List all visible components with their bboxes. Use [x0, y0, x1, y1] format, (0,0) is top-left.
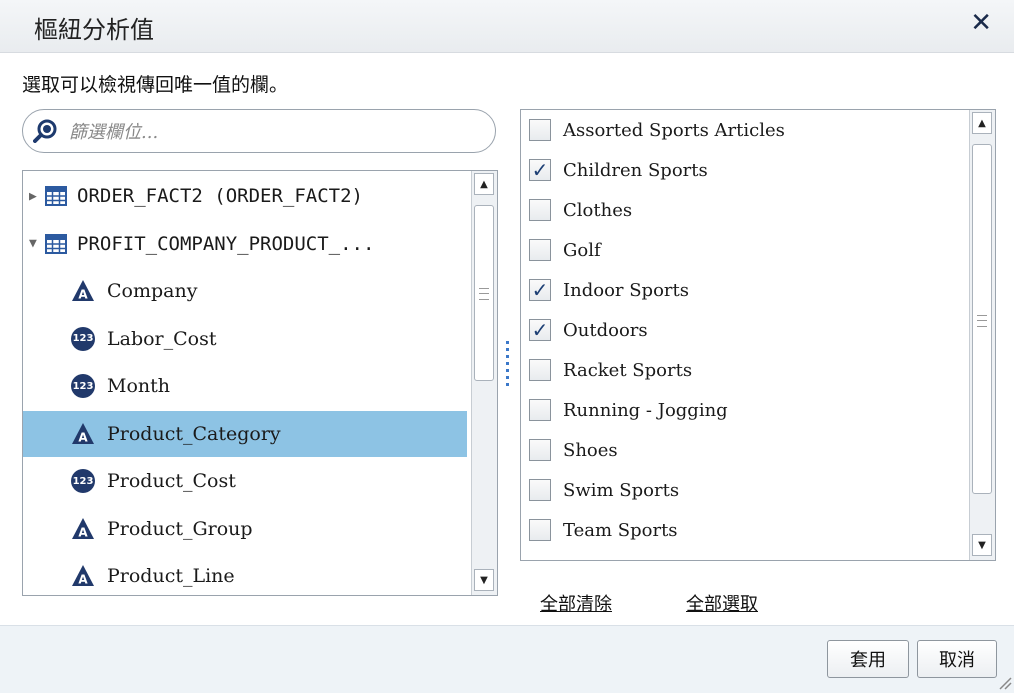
numeric-icon: 123 [71, 469, 95, 493]
value-label: Swim Sports [563, 479, 680, 501]
numeric-icon: 123 [71, 326, 95, 351]
svg-text:A: A [78, 525, 88, 539]
tree-scrollbar[interactable]: ▲ ▼ [471, 171, 497, 595]
tree-field-item[interactable]: A Product_Group [23, 506, 467, 552]
checkmark-icon: ✓ [531, 318, 549, 342]
scroll-up-button[interactable]: ▲ [474, 173, 494, 195]
value-checkbox[interactable] [529, 439, 551, 461]
value-label: Team Sports [563, 519, 678, 541]
checkmark-icon: ✓ [531, 158, 549, 182]
value-label: Racket Sports [563, 359, 693, 381]
value-checkbox[interactable]: ✓ [529, 318, 551, 342]
value-list-item[interactable]: Swim Sports [521, 470, 965, 510]
value-checkbox[interactable] [529, 239, 551, 261]
numeric-icon: 123 [71, 374, 95, 398]
category-icon: A [72, 517, 94, 539]
value-list-item[interactable]: ✓ Outdoors [521, 310, 965, 350]
table-icon [45, 186, 67, 206]
tree-item-label: Product_Category [107, 422, 281, 445]
scrollbar-thumb[interactable] [474, 205, 494, 381]
field-tree-panel: ▶ ORDER_FACT2 (ORDER_FACT2) ▼ PROFIT_COMPAN… [22, 170, 498, 596]
value-list-item[interactable]: Assorted Sports Articles [521, 110, 965, 150]
value-list-item[interactable]: Shoes [521, 430, 965, 470]
tree-item-label: Product_Group [107, 517, 253, 540]
scrollbar-thumb[interactable] [972, 144, 992, 494]
grip-icon [479, 288, 489, 300]
category-icon: A [72, 565, 94, 587]
value-checkbox[interactable] [529, 199, 551, 221]
cancel-button[interactable]: 取消 [917, 640, 997, 678]
value-label: Shoes [563, 439, 618, 461]
value-label: Clothes [563, 199, 633, 221]
value-checkbox[interactable] [529, 359, 551, 381]
resize-grip-icon[interactable] [996, 674, 1012, 690]
grip-icon [977, 315, 987, 327]
values-scrollbar[interactable]: ▲ ▼ [969, 110, 995, 560]
value-checkbox[interactable] [529, 119, 551, 141]
value-list-item[interactable]: ✓ Indoor Sports [521, 270, 965, 310]
value-label: Assorted Sports Articles [563, 119, 785, 141]
close-icon[interactable]: ✕ [970, 8, 992, 38]
value-label: Golf [563, 239, 601, 261]
value-list-item[interactable]: ✓ Children Sports [521, 150, 965, 190]
tree-field-item[interactable]: 123 Month [23, 363, 467, 409]
search-icon [33, 119, 57, 143]
value-label: Indoor Sports [563, 279, 689, 301]
value-list-item[interactable]: Running - Jogging [521, 390, 965, 430]
tree-item-label: Month [107, 375, 171, 397]
pivot-values-dialog: 樞紐分析值 ✕ 選取可以檢視傳回唯一值的欄。 ▶ ORDER_FACT2 (ORD… [0, 0, 1014, 693]
value-checkbox[interactable] [529, 479, 551, 501]
tree-field-item[interactable]: A Product_Line [23, 553, 467, 595]
svg-text:A: A [78, 288, 88, 302]
checkmark-icon: ✓ [531, 278, 549, 302]
values-list-panel: Assorted Sports Articles ✓ Children Sports… [520, 109, 996, 561]
value-list-item[interactable]: Golf [521, 230, 965, 270]
tree-item-label: PROFIT_COMPANY_PRODUCT_... [77, 232, 375, 255]
dialog-title: 樞紐分析值 [34, 16, 154, 44]
value-checkbox[interactable]: ✓ [529, 278, 551, 302]
value-checkbox[interactable]: ✓ [529, 158, 551, 182]
category-icon: A [72, 280, 94, 302]
tree-field-item[interactable]: 123 Labor_Cost [23, 316, 467, 362]
value-checkbox[interactable] [529, 519, 551, 541]
value-label: Children Sports [563, 159, 708, 181]
filter-search-box[interactable] [22, 109, 496, 153]
svg-text:A: A [78, 573, 88, 587]
select-all-link[interactable]: 全部選取 [686, 590, 758, 616]
value-label: Outdoors [563, 319, 648, 341]
category-icon: A [72, 422, 94, 444]
panel-splitter[interactable] [506, 341, 510, 393]
value-label: Running - Jogging [563, 399, 728, 421]
table-icon [45, 233, 67, 254]
apply-button[interactable]: 套用 [827, 640, 909, 678]
scroll-down-button[interactable]: ▼ [474, 569, 494, 591]
tree-field-item[interactable]: 123 Product_Cost [23, 458, 467, 504]
instruction-text: 選取可以檢視傳回唯一值的欄。 [22, 74, 289, 96]
scroll-down-button[interactable]: ▼ [972, 534, 992, 556]
tree-item-label: Product_Cost [107, 470, 236, 492]
svg-text:A: A [78, 430, 88, 444]
tree-table-node[interactable]: ▶ ORDER_FACT2 (ORDER_FACT2) [23, 173, 467, 219]
title-bar: 樞紐分析值 ✕ [0, 0, 1014, 53]
tree-field-item[interactable]: A Product_Category [23, 410, 467, 457]
tree-item-label: Company [107, 280, 198, 302]
clear-all-link[interactable]: 全部清除 [540, 590, 612, 616]
tree-item-label: ORDER_FACT2 (ORDER_FACT2) [77, 185, 363, 207]
value-checkbox[interactable] [529, 399, 551, 421]
collapsed-arrow-icon[interactable]: ▶ [29, 189, 41, 204]
value-list-item[interactable]: Clothes [521, 190, 965, 230]
tree-item-label: Product_Line [107, 565, 235, 587]
expanded-arrow-icon[interactable]: ▼ [29, 236, 41, 251]
tree-item-label: Labor_Cost [107, 327, 217, 350]
value-list-item[interactable]: Team Sports [521, 510, 965, 550]
scroll-up-button[interactable]: ▲ [972, 112, 992, 134]
tree-table-node[interactable]: ▼ PROFIT_COMPANY_PRODUCT_... [23, 221, 467, 267]
value-list-item[interactable]: Racket Sports [521, 350, 965, 390]
tree-field-item[interactable]: A Company [23, 268, 467, 314]
filter-input[interactable] [67, 116, 491, 148]
